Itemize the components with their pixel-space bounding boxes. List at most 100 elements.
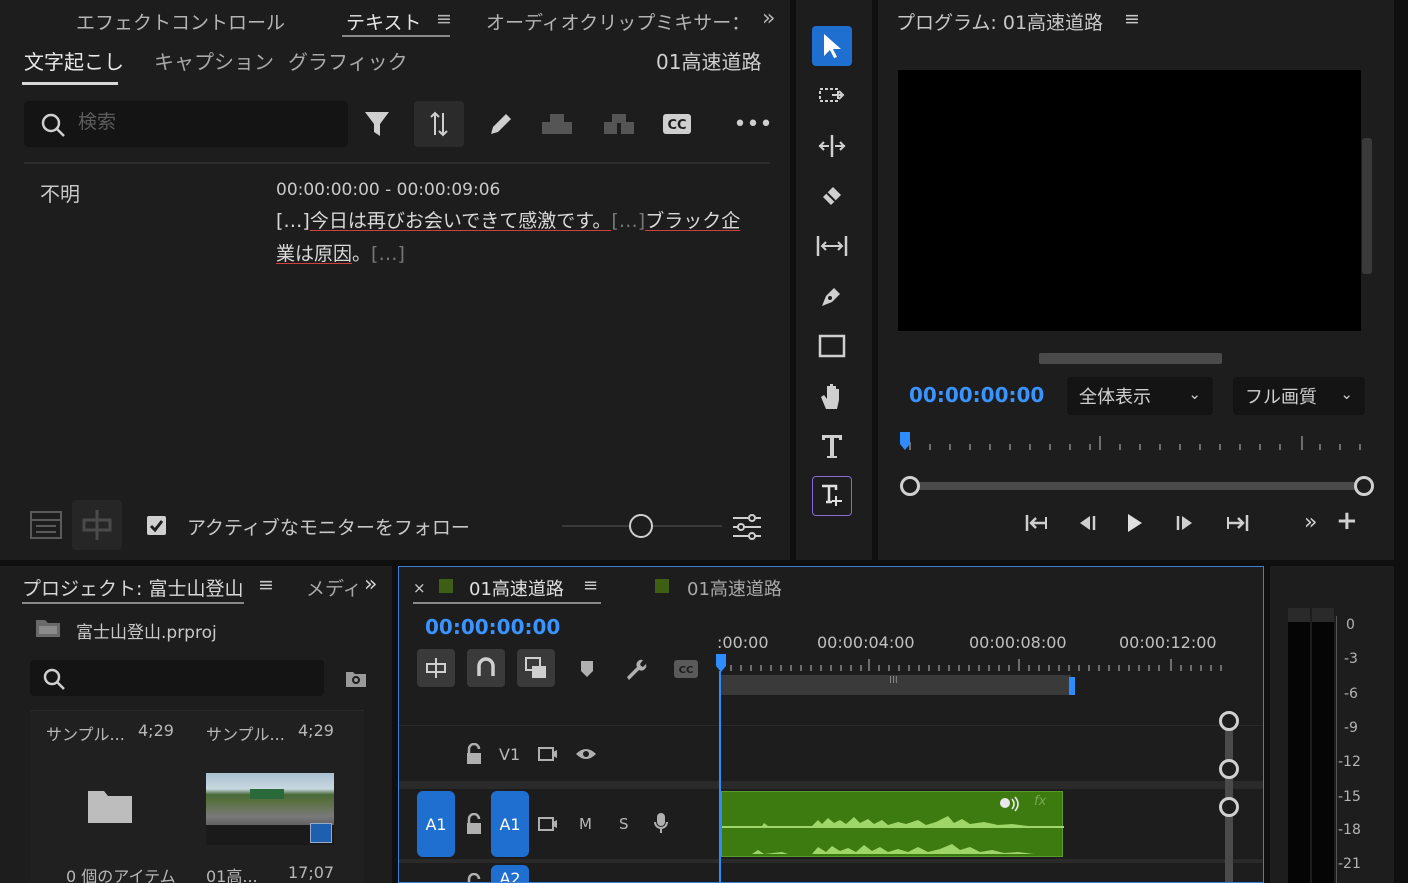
menu-icon[interactable]: ≡ bbox=[436, 8, 452, 30]
lock-icon[interactable] bbox=[465, 873, 483, 883]
sequence-thumbnail[interactable] bbox=[206, 773, 334, 845]
timeline-tab-active[interactable]: 01高速道路 bbox=[469, 575, 564, 601]
selection-tool-button[interactable] bbox=[812, 26, 852, 66]
work-area-bar[interactable]: III bbox=[719, 675, 1071, 695]
transcript-sentence[interactable]: 業は原因 bbox=[276, 243, 352, 265]
timeline-ruler[interactable] bbox=[717, 655, 1227, 673]
transcript-segment-text[interactable]: […]今日は再びお会いできて感激です。[…]ブラック企 業は原因。[…] bbox=[276, 205, 746, 271]
mute-button[interactable]: M bbox=[579, 815, 592, 833]
tab-audio-clip-mixer[interactable]: オーディオクリップミキサー： bbox=[486, 8, 750, 35]
tab-text[interactable]: テキスト bbox=[346, 8, 421, 35]
transcript-sentence[interactable]: ブラック企 bbox=[645, 210, 740, 232]
subtab-transcript[interactable]: 文字起こし bbox=[24, 46, 124, 75]
find-in-bin-icon[interactable] bbox=[344, 668, 368, 690]
transcript-view-icon[interactable] bbox=[28, 506, 68, 546]
follow-monitor-checkbox[interactable] bbox=[147, 516, 166, 535]
pen-tool[interactable] bbox=[812, 276, 852, 316]
pencil-icon[interactable] bbox=[476, 101, 526, 147]
fit-select[interactable]: 全体表示 ⌄ bbox=[1067, 377, 1213, 415]
tab-media-browser[interactable]: メディ bbox=[306, 574, 362, 601]
panel-menu-icon[interactable]: ≡ bbox=[1124, 8, 1140, 30]
tab-effect-controls[interactable]: エフェクトコントロール bbox=[76, 8, 285, 35]
slider-handle[interactable] bbox=[629, 514, 653, 538]
split-segment-icon[interactable] bbox=[594, 101, 644, 147]
sync-lock-icon[interactable] bbox=[537, 815, 559, 833]
lock-icon[interactable] bbox=[465, 813, 483, 835]
transcript-search-input[interactable]: 検索 bbox=[24, 101, 348, 147]
gap-marker: […] bbox=[276, 210, 310, 232]
project-search-input[interactable] bbox=[30, 660, 324, 696]
transcript-sentence[interactable]: 今日は再びお会いできて感激です。 bbox=[310, 210, 612, 232]
ruler-label: :00:00 bbox=[717, 633, 769, 652]
slip-tool[interactable] bbox=[812, 226, 852, 266]
hand-tool[interactable] bbox=[812, 376, 852, 416]
settings-sliders-icon[interactable] bbox=[730, 510, 764, 544]
track-v1-label[interactable]: V1 bbox=[499, 745, 520, 764]
ripple-edit-tool[interactable] bbox=[812, 126, 852, 166]
panel-menu-icon[interactable]: ≡ bbox=[258, 574, 274, 596]
work-area-end-handle[interactable] bbox=[1069, 677, 1075, 695]
go-to-out-icon[interactable] bbox=[1224, 512, 1250, 534]
program-video-frame[interactable] bbox=[898, 70, 1361, 331]
monitor-time-ruler[interactable] bbox=[900, 428, 1374, 458]
sync-lock-icon[interactable] bbox=[537, 745, 559, 763]
microphone-icon[interactable] bbox=[653, 811, 669, 835]
quality-select[interactable]: フル画質 ⌄ bbox=[1233, 377, 1365, 415]
subtab-captions[interactable]: キャプション bbox=[154, 46, 274, 75]
rectangle-tool[interactable] bbox=[812, 326, 852, 366]
audio-clip[interactable]: fx bbox=[721, 791, 1064, 857]
step-forward-icon[interactable] bbox=[1174, 513, 1196, 533]
insert-nest-button[interactable] bbox=[417, 649, 455, 687]
merge-segments-icon[interactable] bbox=[532, 101, 582, 147]
add-button-icon[interactable]: + bbox=[1336, 506, 1358, 536]
more-buttons-icon[interactable]: » bbox=[1304, 510, 1317, 535]
playhead-handle[interactable] bbox=[715, 653, 727, 673]
timeline-tab-underline bbox=[413, 602, 601, 604]
linked-selection-button[interactable] bbox=[517, 649, 555, 687]
wrench-icon[interactable] bbox=[623, 657, 647, 681]
track-select-tool[interactable] bbox=[812, 76, 852, 116]
overflow-tabs-icon[interactable]: » bbox=[762, 6, 775, 31]
vertical-scrollbar[interactable] bbox=[1362, 138, 1372, 274]
snap-button[interactable] bbox=[467, 649, 505, 687]
razor-tool[interactable] bbox=[812, 176, 852, 216]
vertical-zoom-scrollbar[interactable] bbox=[1219, 711, 1239, 882]
sync-scroll-button[interactable] bbox=[414, 101, 464, 147]
overflow-tabs-icon[interactable]: » bbox=[364, 572, 377, 597]
zoom-handle-top[interactable] bbox=[1219, 711, 1239, 731]
zoom-handle-left[interactable] bbox=[900, 476, 920, 496]
timeline-timecode[interactable]: 00:00:00:00 bbox=[425, 615, 560, 639]
speaker-label[interactable]: 不明 bbox=[40, 178, 80, 207]
insert-clip-button[interactable] bbox=[72, 500, 122, 550]
captions-track-icon[interactable]: CC bbox=[673, 659, 699, 679]
folder-icon[interactable] bbox=[86, 787, 134, 825]
filter-icon[interactable] bbox=[352, 101, 402, 147]
close-tab-icon[interactable]: × bbox=[413, 579, 426, 597]
step-back-icon[interactable] bbox=[1076, 513, 1098, 533]
more-options-icon[interactable]: ••• bbox=[728, 101, 778, 147]
horizontal-scrollbar[interactable] bbox=[1039, 353, 1222, 364]
add-marker-icon[interactable] bbox=[579, 659, 595, 679]
track-target-a1[interactable]: A1 bbox=[491, 791, 529, 857]
cc-icon[interactable]: CC bbox=[652, 101, 702, 147]
play-icon[interactable] bbox=[1125, 512, 1145, 534]
panel-menu-icon[interactable]: ≡ bbox=[583, 575, 598, 596]
zoom-handle-bottom[interactable] bbox=[1219, 759, 1239, 779]
type-tool[interactable] bbox=[812, 426, 852, 466]
track-target-a2[interactable]: A2 bbox=[491, 865, 529, 882]
lock-icon[interactable] bbox=[465, 743, 483, 765]
eye-icon[interactable] bbox=[575, 747, 597, 761]
subtab-graphics[interactable]: グラフィック bbox=[288, 46, 408, 75]
program-monitor-title[interactable]: プログラム: 01高速道路 bbox=[896, 8, 1103, 35]
zoom-handle-audio[interactable] bbox=[1219, 797, 1239, 817]
source-patch-a1[interactable]: A1 bbox=[417, 791, 455, 857]
solo-button[interactable]: S bbox=[619, 815, 629, 833]
timeline-tab-inactive[interactable]: 01高速道路 bbox=[687, 575, 782, 601]
playhead-timecode[interactable]: 00:00:00:00 bbox=[909, 383, 1044, 407]
go-to-in-icon[interactable] bbox=[1024, 512, 1050, 534]
zoom-scrollbar[interactable] bbox=[900, 476, 1374, 496]
project-panel-title[interactable]: プロジェクト: 富士山登山 bbox=[22, 574, 243, 601]
text-caption-tool[interactable] bbox=[812, 476, 852, 516]
zoom-handle-right[interactable] bbox=[1354, 476, 1374, 496]
font-size-slider[interactable] bbox=[562, 514, 722, 538]
